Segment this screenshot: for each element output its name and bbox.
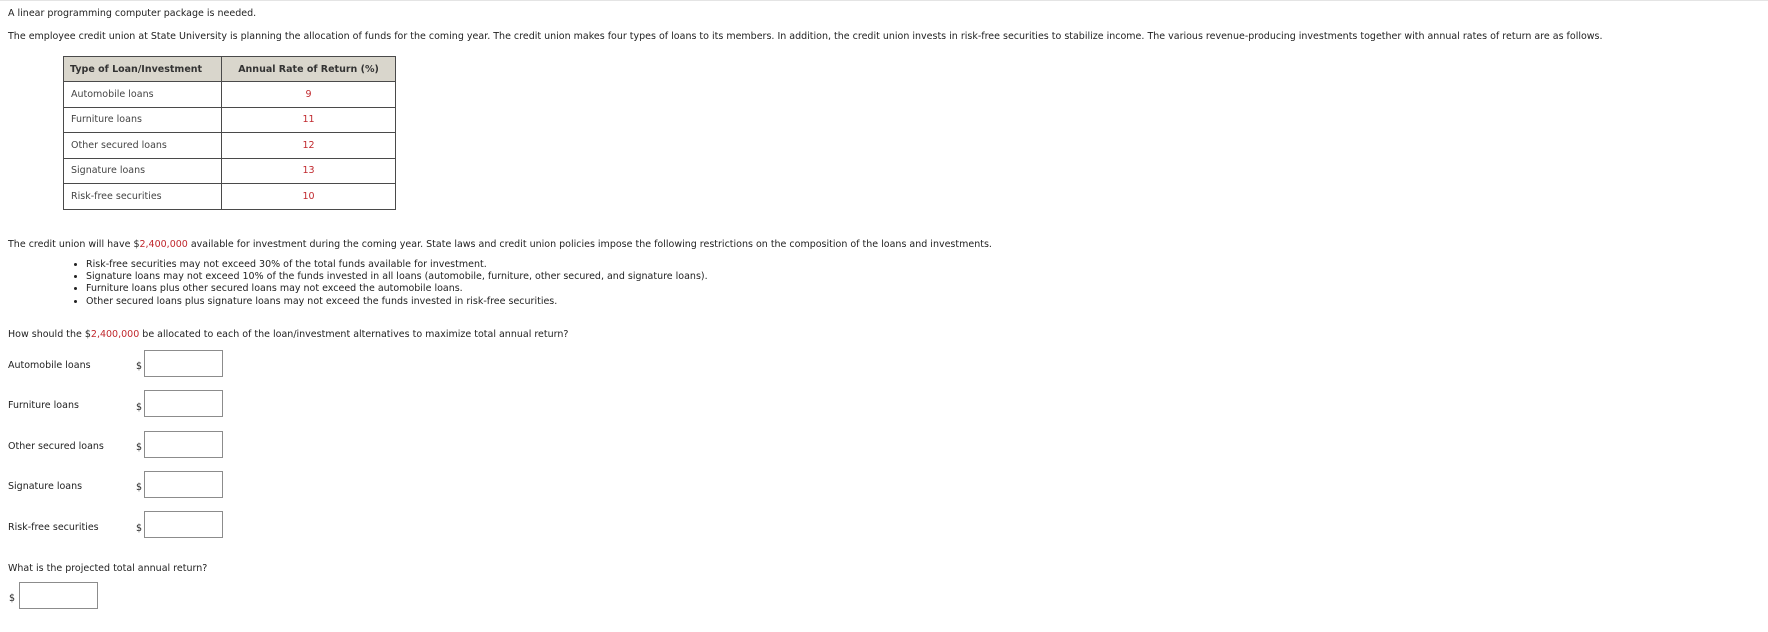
- rate-value: 10: [221, 183, 396, 210]
- rate-value: 13: [221, 157, 396, 184]
- header-type: Type of Loan/Investment: [63, 56, 222, 82]
- loan-type: Other secured loans: [63, 132, 222, 159]
- answer-label-automobile: Automobile loans: [8, 360, 91, 371]
- dollar-sign: $: [136, 402, 143, 413]
- automobile-loans-input[interactable]: [144, 350, 223, 377]
- intro-text: A linear programming computer package is…: [8, 8, 257, 19]
- dollar-sign: $: [9, 593, 16, 604]
- funds-amount: 2,400,000: [139, 239, 188, 250]
- table-row: Signature loans 13: [63, 157, 396, 184]
- table-row: Furniture loans 11: [63, 106, 396, 133]
- restriction-item: Signature loans may not exceed 10% of th…: [86, 271, 708, 283]
- problem-description: The employee credit union at State Unive…: [8, 31, 1603, 42]
- signature-loans-input[interactable]: [144, 471, 223, 498]
- loan-type: Furniture loans: [63, 106, 222, 133]
- restriction-item: Furniture loans plus other secured loans…: [86, 283, 708, 295]
- funds-suffix: available for investment during the comi…: [187, 239, 992, 250]
- table-row: Automobile loans 9: [63, 81, 396, 108]
- table-header-row: Type of Loan/Investment Annual Rate of R…: [63, 56, 396, 82]
- restriction-item: Risk-free securities may not exceed 30% …: [86, 259, 708, 271]
- rate-value: 9: [221, 81, 396, 108]
- total-return-input[interactable]: [19, 582, 98, 609]
- funds-prefix: The credit union will have $: [8, 239, 140, 250]
- dollar-sign: $: [136, 442, 143, 453]
- allocation-question: How should the $2,400,000 be allocated t…: [8, 329, 568, 340]
- header-rate: Annual Rate of Return (%): [221, 56, 396, 82]
- rate-value: 11: [221, 106, 396, 133]
- funds-statement: The credit union will have $2,400,000 av…: [8, 239, 992, 250]
- question-prefix: How should the $: [8, 329, 91, 340]
- restrictions-list: Risk-free securities may not exceed 30% …: [68, 259, 708, 308]
- answer-label-risk-free: Risk-free securities: [8, 522, 99, 533]
- total-return-question: What is the projected total annual retur…: [8, 563, 208, 574]
- risk-free-securities-input[interactable]: [144, 511, 223, 538]
- answer-label-signature: Signature loans: [8, 481, 83, 492]
- restriction-item: Other secured loans plus signature loans…: [86, 296, 708, 308]
- question-amount: 2,400,000: [90, 329, 140, 340]
- answer-label-furniture: Furniture loans: [8, 400, 79, 411]
- furniture-loans-input[interactable]: [144, 390, 223, 417]
- dollar-sign: $: [136, 361, 143, 372]
- loan-type: Signature loans: [63, 157, 222, 184]
- rates-table: Type of Loan/Investment Annual Rate of R…: [63, 56, 396, 210]
- table-row: Other secured loans 12: [63, 132, 396, 159]
- dollar-sign: $: [136, 482, 143, 493]
- loan-type: Automobile loans: [63, 81, 222, 108]
- answer-label-other-secured: Other secured loans: [8, 441, 104, 452]
- question-suffix: be allocated to each of the loan/investm…: [139, 329, 569, 340]
- other-secured-loans-input[interactable]: [144, 431, 223, 458]
- dollar-sign: $: [136, 523, 143, 534]
- loan-type: Risk-free securities: [63, 183, 222, 210]
- table-row: Risk-free securities 10: [63, 183, 396, 210]
- rate-value: 12: [221, 132, 396, 159]
